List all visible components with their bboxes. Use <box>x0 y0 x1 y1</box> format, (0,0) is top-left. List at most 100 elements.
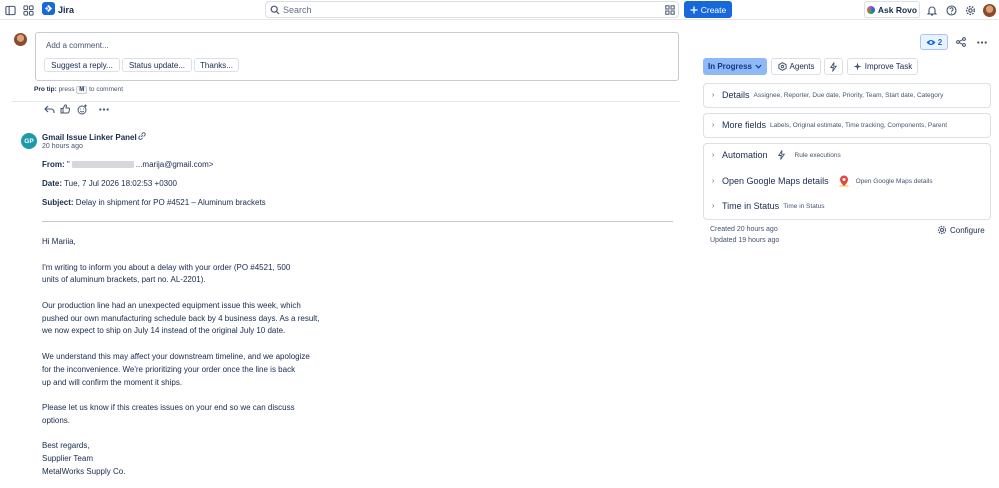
author-avatar: GP <box>21 133 37 149</box>
search-icon <box>270 5 280 15</box>
details-title: Details <box>722 90 750 100</box>
email-from-address: ...marija@gmail.com> <box>135 160 214 169</box>
time-in-status-subtitle: Time in Status <box>783 202 825 210</box>
agents-icon <box>777 62 787 71</box>
add-reaction-icon[interactable] <box>76 103 88 115</box>
email-from: From: " ...marija@gmail.com> <box>42 160 213 169</box>
jira-logo-icon[interactable] <box>42 2 55 15</box>
email-body-line: units of aluminum brackets, part no. AL-… <box>42 275 206 284</box>
sparkle-icon <box>853 62 862 71</box>
agents-label: Agents <box>789 62 815 71</box>
configure-label: Configure <box>950 225 985 235</box>
entry-timestamp: 20 hours ago <box>42 143 83 150</box>
email-body-line: Please let us know if this creates issue… <box>42 403 295 412</box>
create-button[interactable]: Create <box>684 1 732 18</box>
link-icon[interactable] <box>137 131 147 141</box>
details-section[interactable]: › Details Assignee, Reporter, Due date, … <box>703 83 991 108</box>
chevron-right-icon: › <box>712 177 715 185</box>
thanks-button[interactable]: Thanks... <box>194 58 239 72</box>
automation-row[interactable]: › Automation Rule executions <box>712 150 841 160</box>
email-body-line: for the inconvenience. We're prioritizin… <box>42 365 296 374</box>
eye-icon <box>926 39 936 46</box>
chevron-right-icon: › <box>712 91 715 99</box>
app-switcher-icon[interactable] <box>21 3 35 17</box>
create-button-label: Create <box>700 4 727 15</box>
email-body-line: Our production line had an unexpected eq… <box>42 301 301 310</box>
email-body-line: I'm writing to inform you about a delay … <box>42 263 291 272</box>
ask-rovo-button[interactable]: Ask Rovo <box>864 1 920 18</box>
rovo-icon <box>866 5 875 14</box>
email-divider <box>42 221 673 222</box>
email-subject-value: Delay in shipment for PO #4521 – Aluminu… <box>75 198 266 207</box>
entry-author: Gmail Issue Linker Panel <box>42 133 137 142</box>
email-body-line: Supplier Team <box>42 454 93 463</box>
sidebar-toggle-icon[interactable] <box>3 3 17 17</box>
automation-quick-button[interactable] <box>824 58 843 75</box>
lightning-icon <box>777 150 785 160</box>
email-body-line: up and will confirm the moment it ships. <box>42 378 183 387</box>
search-filter-icon[interactable] <box>665 5 675 15</box>
ask-rovo-label: Ask Rovo <box>877 4 918 15</box>
help-icon[interactable] <box>944 3 958 17</box>
chevron-right-icon: › <box>712 202 715 210</box>
current-user-avatar <box>14 33 27 46</box>
section-divider <box>12 101 680 102</box>
email-body-line: we now expect to ship on July 14 instead… <box>42 326 286 335</box>
map-pin-icon <box>839 175 849 187</box>
notifications-bell-icon[interactable] <box>925 3 939 17</box>
search-placeholder: Search <box>283 5 312 15</box>
pro-tip-label: Pro tip: <box>34 86 57 93</box>
google-maps-title: Open Google Maps details <box>722 176 829 186</box>
share-icon[interactable] <box>955 36 967 48</box>
status-dropdown[interactable]: In Progress <box>703 58 767 75</box>
email-body-line: pushed our own manufacturing schedule ba… <box>42 314 320 323</box>
time-in-status-row[interactable]: › Time in Status Time in Status <box>712 201 825 211</box>
app-title[interactable]: Jira <box>58 5 74 15</box>
email-body-line: We understand this may affect your downs… <box>42 352 310 361</box>
watchers-button[interactable]: 2 <box>920 34 948 50</box>
email-date: Date: Tue, 7 Jul 2026 18:02:53 +0300 <box>42 179 177 188</box>
more-fields-section[interactable]: › More fields Labels, Original estimate,… <box>703 113 991 138</box>
settings-gear-icon[interactable] <box>963 3 977 17</box>
thumbs-up-icon[interactable] <box>59 103 71 115</box>
more-options-icon[interactable] <box>976 36 988 48</box>
lightning-icon <box>830 61 837 72</box>
email-from-label: From: <box>42 160 65 169</box>
created-date: Created 20 hours ago <box>710 226 778 233</box>
improve-task-button[interactable]: Improve Task <box>847 58 918 75</box>
details-subtitle: Assignee, Reporter, Due date, Priority, … <box>753 91 944 99</box>
search-input[interactable]: Search <box>265 1 679 18</box>
reply-icon[interactable] <box>43 103 55 115</box>
more-fields-subtitle: Labels, Original estimate, Time tracking… <box>770 121 948 129</box>
suggest-reply-button[interactable]: Suggest a reply... <box>44 58 120 72</box>
email-body-line: Best regards, <box>42 441 90 450</box>
status-label: In Progress <box>707 62 752 71</box>
comment-editor[interactable]: Add a comment... Suggest a reply... Stat… <box>35 32 679 81</box>
configure-button[interactable]: Configure <box>937 225 985 235</box>
email-date-label: Date: <box>42 179 63 188</box>
google-maps-subtitle: Open Google Maps details <box>855 177 933 185</box>
plus-icon <box>690 6 698 14</box>
watchers-count: 2 <box>937 37 943 47</box>
chevron-right-icon: › <box>712 151 715 159</box>
status-update-button[interactable]: Status update... <box>122 58 192 72</box>
pro-tip: Pro tip: press M to comment <box>34 86 123 94</box>
automation-subtitle: Rule executions <box>794 151 841 159</box>
email-subject: Subject: Delay in shipment for PO #4521 … <box>42 198 266 207</box>
more-actions-icon[interactable] <box>98 103 110 115</box>
improve-task-label: Improve Task <box>864 62 913 71</box>
google-maps-row[interactable]: › Open Google Maps details Open Google M… <box>712 175 933 187</box>
email-body-line: options. <box>42 416 71 425</box>
chevron-right-icon: › <box>712 121 715 129</box>
pro-tip-rest: to comment <box>89 86 124 93</box>
agents-button[interactable]: Agents <box>771 58 821 75</box>
email-subject-label: Subject: <box>42 198 74 207</box>
apps-section: › Automation Rule executions › Open Goog… <box>703 143 991 220</box>
email-from-name: " <box>66 160 70 169</box>
email-body-line: MetalWorks Supply Co. <box>42 467 126 476</box>
pro-tip-key: M <box>76 86 88 94</box>
time-in-status-title: Time in Status <box>722 201 780 211</box>
chevron-down-icon <box>755 64 762 69</box>
profile-avatar[interactable] <box>982 3 996 17</box>
email-body-line: Hi Mariia, <box>42 237 76 246</box>
